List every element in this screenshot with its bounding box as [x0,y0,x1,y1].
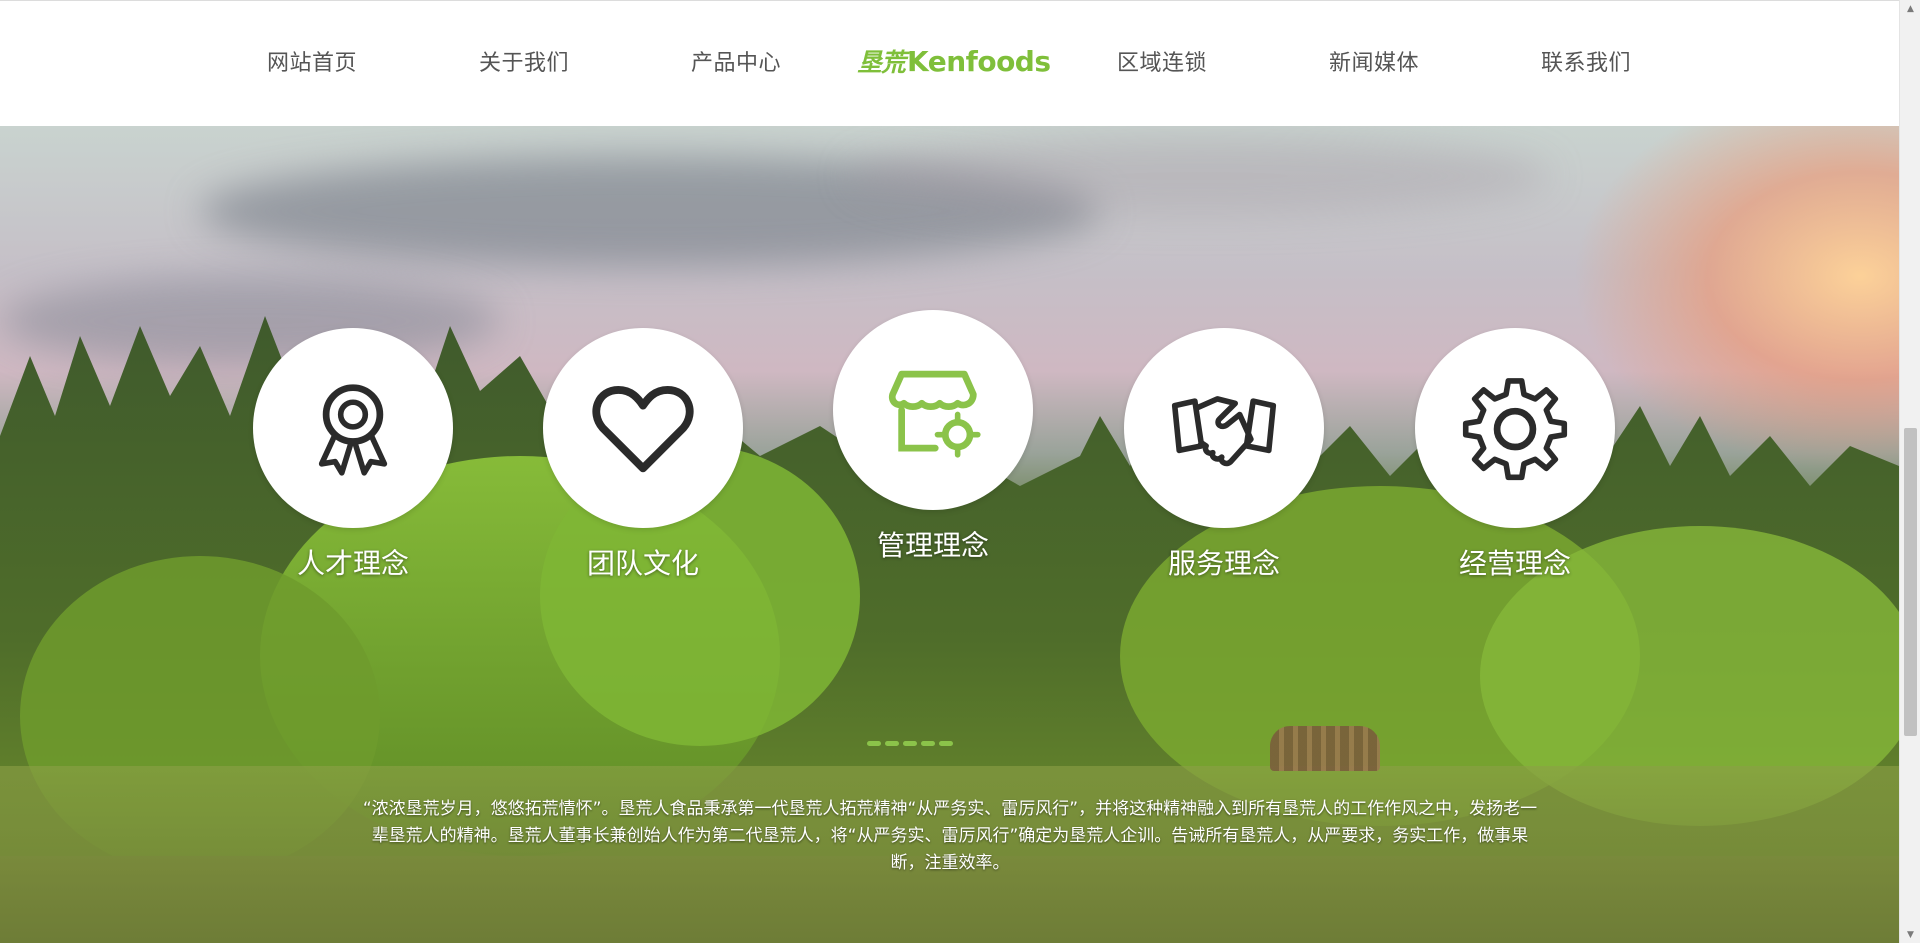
concept-team-culture[interactable]: 团队文化 [543,328,743,582]
nav-contact[interactable]: 联系我们 [1541,45,1631,77]
scroll-down-arrow-icon[interactable]: ▼ [1900,926,1920,943]
top-border [0,0,1899,1]
store-gear-icon [888,370,981,458]
carousel-pager [867,741,953,746]
gear-icon [1462,378,1568,481]
concept-label: 管理理念 [876,529,989,562]
nav-regional-chain[interactable]: 区域连锁 [1117,45,1207,77]
concept-talent[interactable]: 人才理念 [253,328,453,582]
pager-dot[interactable] [885,741,899,746]
culture-hero-section: 人才理念 团队文化 管理理念 服务理念 经营理念 “浓浓垦荒岁月，悠悠拓荒情怀”… [0,126,1899,943]
site-logo[interactable]: 垦荒 Kenfoods [857,44,1051,78]
nav-home[interactable]: 网站首页 [267,45,357,77]
nav-about[interactable]: 关于我们 [479,45,569,77]
logo-chinese: 垦荒 [857,48,906,77]
nav-news[interactable]: 新闻媒体 [1329,45,1419,77]
concept-circle [543,328,743,528]
pager-dot[interactable] [939,741,953,746]
logo-english: Kenfoods [907,44,1051,78]
concept-service[interactable]: 服务理念 [1124,328,1324,582]
concept-business[interactable]: 经营理念 [1415,328,1615,582]
pager-dot[interactable] [867,741,881,746]
concept-management[interactable]: 管理理念 [833,310,1033,564]
heart-icon [592,386,694,473]
award-ribbon-icon [318,384,388,476]
concept-label: 经营理念 [1458,547,1571,580]
scroll-up-arrow-icon[interactable]: ▲ [1900,0,1920,17]
scroll-thumb[interactable] [1904,428,1917,736]
log-pile [1270,726,1380,771]
concept-circle [253,328,453,528]
culture-description: “浓浓垦荒岁月，悠悠拓荒情怀”。垦荒人食品秉承第一代垦荒人拓荒精神“从严务实、雷… [362,799,1538,873]
concept-label: 服务理念 [1167,547,1280,580]
pager-dot[interactable] [921,741,935,746]
concept-circle [1124,328,1324,528]
handshake-icon [1171,396,1277,467]
concept-label: 人才理念 [296,547,409,580]
page-scrollbar[interactable]: ▲ ▼ [1899,0,1920,943]
cloud-shape [850,136,1550,216]
nav-products[interactable]: 产品中心 [691,45,781,77]
concept-circle [833,310,1033,510]
concept-label: 团队文化 [586,547,699,580]
concept-circle [1415,328,1615,528]
pager-dot[interactable] [903,741,917,746]
site-header: 网站首页 关于我们 产品中心 垦荒 Kenfoods 区域连锁 新闻媒体 联系我… [0,0,1899,126]
